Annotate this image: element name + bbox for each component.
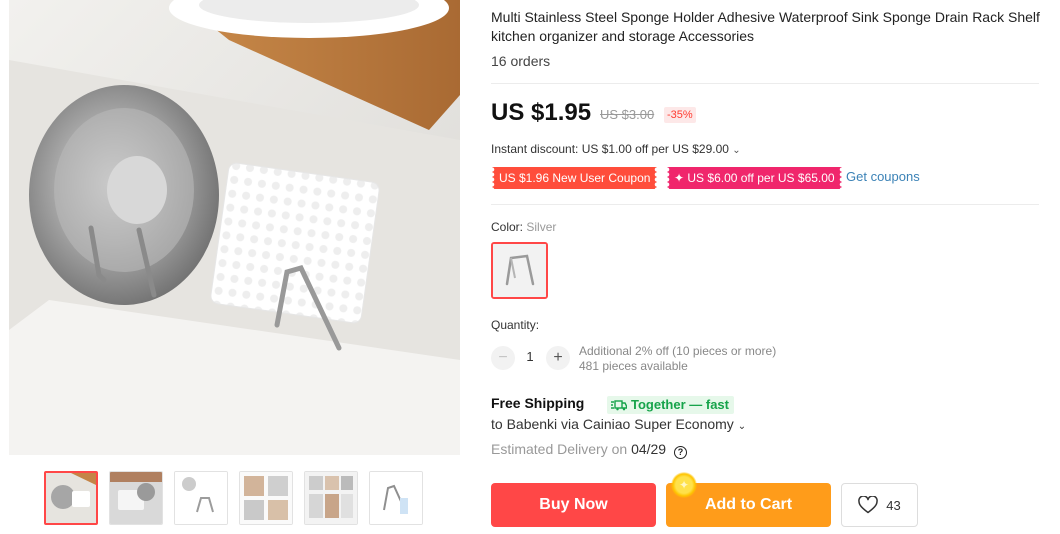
thumbnail-6[interactable] bbox=[369, 471, 423, 525]
bulk-discount-note: Additional 2% off (10 pieces or more) bbox=[579, 344, 777, 358]
thumbnail-6-image bbox=[370, 472, 422, 524]
discount-badge: -35% bbox=[664, 107, 696, 123]
thumbnail-strip bbox=[44, 471, 423, 525]
new-user-coupon[interactable]: US $1.96 New User Coupon bbox=[492, 167, 658, 189]
thumbnail-4-image bbox=[240, 472, 292, 524]
chevron-down-icon: ⌄ bbox=[732, 145, 741, 156]
product-title: Multi Stainless Steel Sponge Holder Adhe… bbox=[491, 9, 1040, 44]
wishlist-button[interactable]: 43 bbox=[841, 483, 918, 527]
wishlist-count: 43 bbox=[886, 497, 901, 513]
order-count: 16 orders bbox=[491, 53, 551, 69]
swatch-image bbox=[493, 244, 546, 297]
color-selected-value: Silver bbox=[526, 220, 557, 234]
current-price: US $1.95 bbox=[491, 99, 592, 126]
instant-discount-text: Instant discount: US $1.00 off per US $2… bbox=[491, 142, 729, 156]
color-swatch-silver[interactable] bbox=[491, 242, 548, 299]
heart-icon bbox=[858, 496, 879, 514]
original-price: US $3.00 bbox=[600, 107, 655, 122]
instant-discount[interactable]: Instant discount: US $1.00 off per US $2… bbox=[491, 142, 741, 156]
shipping-title: Free Shipping bbox=[491, 395, 585, 411]
sponge-holder-photo bbox=[9, 0, 460, 455]
quantity-value[interactable]: 1 bbox=[520, 349, 540, 364]
color-label: Color: Silver bbox=[491, 220, 556, 234]
thumbnail-2[interactable] bbox=[109, 471, 163, 525]
shipping-badge: Together — fast bbox=[607, 396, 734, 414]
eta-label: Estimated Delivery on bbox=[491, 441, 628, 457]
thumbnail-2-image bbox=[110, 472, 162, 524]
get-coupons-link[interactable]: Get coupons bbox=[846, 169, 920, 184]
thumbnail-5-image bbox=[305, 472, 357, 524]
thumbnail-3-image bbox=[175, 472, 227, 524]
help-icon[interactable]: ? bbox=[674, 446, 687, 459]
sparkle-icon: ✦ bbox=[671, 472, 697, 498]
chevron-down-icon: ⌄ bbox=[737, 421, 747, 432]
main-product-image[interactable] bbox=[9, 0, 460, 455]
thumbnail-3[interactable] bbox=[174, 471, 228, 525]
thumbnail-4[interactable] bbox=[239, 471, 293, 525]
divider bbox=[491, 204, 1039, 205]
store-coupon[interactable]: ✦ US $6.00 off per US $65.00 bbox=[667, 167, 842, 189]
thumbnail-5[interactable] bbox=[304, 471, 358, 525]
quantity-increase-button[interactable]: + bbox=[546, 346, 570, 370]
stock-available: 481 pieces available bbox=[579, 359, 688, 373]
shipping-destination[interactable]: to Babenki via Cainiao Super Economy ⌄ bbox=[491, 416, 746, 432]
quantity-note: Additional 2% off (10 pieces or more) 48… bbox=[579, 344, 776, 374]
eta-date: 04/29 bbox=[631, 441, 667, 457]
color-label-text: Color: bbox=[491, 220, 524, 234]
quantity-label: Quantity: bbox=[491, 318, 540, 332]
divider bbox=[491, 83, 1039, 84]
thumbnail-1-image bbox=[46, 473, 96, 523]
estimated-delivery: Estimated Delivery on 04/29 ? bbox=[491, 441, 687, 459]
truck-icon bbox=[611, 399, 627, 410]
thumbnail-1[interactable] bbox=[44, 471, 98, 525]
buy-now-button[interactable]: Buy Now bbox=[491, 483, 656, 527]
shipping-badge-text: Together — fast bbox=[631, 397, 729, 412]
shipping-destination-text: to Babenki via Cainiao Super Economy bbox=[491, 416, 734, 432]
quantity-decrease-button[interactable]: − bbox=[491, 346, 515, 370]
